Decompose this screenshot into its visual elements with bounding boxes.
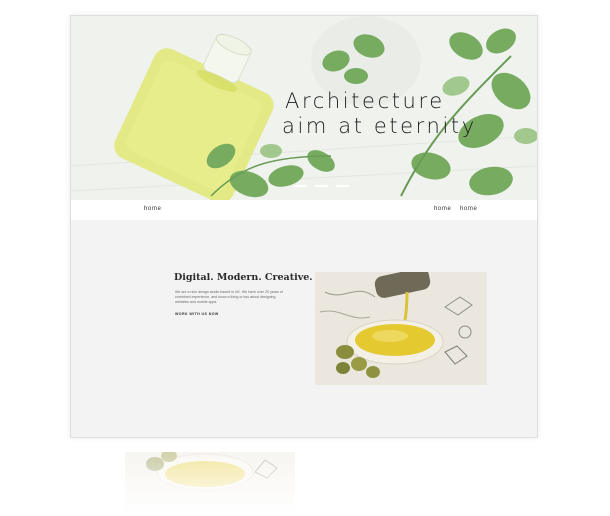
work-with-us-button[interactable]: WORK WITH US NOW (175, 312, 219, 316)
hero-title: Architecture aim at eternity (282, 89, 525, 139)
hero-title-line-1: Architecture (285, 89, 445, 113)
hero-banner: Architecture aim at eternity (71, 16, 537, 200)
intro-paragraph: We are a nice design studio based in UK.… (175, 290, 283, 304)
intro-headline: Digital. Modern. Creative. (174, 272, 313, 283)
slider-dot-3[interactable] (336, 185, 349, 187)
slider-dot-2[interactable] (315, 185, 328, 187)
nav-link-home-right-1[interactable]: home (434, 206, 451, 212)
intro-section: Digital. Modern. Creative. We are a nice… (71, 220, 537, 437)
top-navbar: home home home (71, 200, 537, 220)
olive-oil-photo (315, 272, 487, 385)
nav-link-home-right-2[interactable]: home (460, 206, 477, 212)
website-preview-frame: Architecture aim at eternity home home h… (70, 15, 538, 438)
olive-oil-reflection-icon (125, 452, 295, 516)
olive-oil-bowl-icon (315, 272, 487, 385)
nav-link-home-left[interactable]: home (144, 206, 161, 212)
photo-reflection (125, 452, 295, 516)
hero-title-line-2: aim at eternity (282, 114, 477, 138)
slider-pagination (294, 185, 349, 187)
slider-dot-1[interactable] (294, 185, 307, 187)
